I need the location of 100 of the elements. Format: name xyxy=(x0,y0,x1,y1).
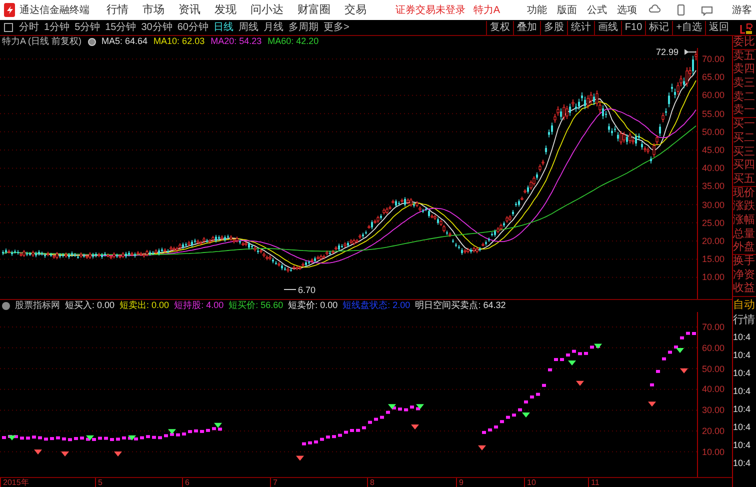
trade-time: 10:4 xyxy=(733,403,752,416)
period-tab[interactable]: 周线 xyxy=(238,20,260,35)
axis-label: 65.00 xyxy=(702,71,726,84)
period-tab[interactable]: 15分钟 xyxy=(104,20,138,35)
quote-label: 买三 xyxy=(733,146,756,159)
menu-item[interactable]: 交易 xyxy=(339,2,372,18)
quote-label: 外盘 xyxy=(733,241,756,255)
axis-label: 50.00 xyxy=(702,126,726,139)
low-price-label: 6.70 xyxy=(298,284,316,297)
menu-item[interactable]: 问小达 xyxy=(245,2,288,18)
period-tab[interactable]: 日线 xyxy=(212,20,234,35)
panel-tab[interactable]: 行情 xyxy=(733,312,756,328)
axis-label: 70.00 xyxy=(702,53,726,66)
high-price-label: 72.99 xyxy=(656,48,679,57)
menu-item[interactable]: 功能 xyxy=(524,2,550,18)
toolbar-button[interactable]: +自选 xyxy=(672,20,705,34)
menu-item[interactable]: 发现 xyxy=(209,2,242,18)
indicator-value: 短卖出: 0.00 xyxy=(120,299,170,312)
quote-label: 卖五 xyxy=(733,50,756,63)
axis-label: 60.00 xyxy=(702,342,726,355)
date-label: 6 xyxy=(182,478,190,487)
menu-item[interactable]: 资讯 xyxy=(173,2,206,18)
toolbar-button[interactable]: 标记 xyxy=(645,20,672,34)
chart-title: 特力A (日线 前复权) xyxy=(2,35,82,48)
menu-item[interactable]: 行情 xyxy=(101,2,134,18)
quote-label: 买五 xyxy=(733,172,756,187)
toolbar-button[interactable]: 复权 xyxy=(486,20,513,34)
trade-time: 10:4 xyxy=(733,349,752,362)
axis-label: 15.00 xyxy=(702,253,726,266)
toolbar-button[interactable]: F10 xyxy=(620,20,646,34)
login-status[interactable]: 证券交易未登录 xyxy=(395,2,466,18)
trade-time: 10:4 xyxy=(733,457,752,470)
quote-label: 买一 xyxy=(733,118,756,132)
axis-label: 70.00 xyxy=(702,321,726,334)
app-title: 通达信金融终端 xyxy=(19,4,90,18)
quote-label: 卖四 xyxy=(733,63,756,77)
quote-label: 总量 xyxy=(733,228,756,241)
axis-label: 20.00 xyxy=(702,424,726,438)
menu-item[interactable]: 财富圈 xyxy=(292,2,336,18)
toolbar-button[interactable]: 返回 xyxy=(705,20,732,34)
quote-label: 卖三 xyxy=(733,77,756,91)
toolbar-button[interactable]: 叠加 xyxy=(512,20,540,34)
axis-label: 50.00 xyxy=(702,362,726,376)
axis-label: 10.00 xyxy=(702,446,726,459)
axis-label: 10.00 xyxy=(702,271,726,284)
panel-tab[interactable]: 自动 xyxy=(733,296,756,312)
axis-label: 30.00 xyxy=(702,404,726,418)
period-tab[interactable]: 多周期 xyxy=(288,20,320,35)
axis-label: 55.00 xyxy=(702,108,726,121)
period-tab[interactable]: 更多> xyxy=(322,20,350,35)
period-tab[interactable]: 30分钟 xyxy=(140,20,174,35)
date-label: 9 xyxy=(456,478,464,487)
indicator-value: 短卖价: 0.00 xyxy=(288,299,338,312)
ma-value: MA10: 62.03 xyxy=(154,35,205,48)
user-name: 游客 xyxy=(732,4,752,18)
indicator-value: 短持股: 4.00 xyxy=(174,299,224,312)
ma-value: MA5: 64.64 xyxy=(102,35,148,48)
toolbar-button[interactable]: 多股 xyxy=(540,20,567,34)
axis-label: 35.00 xyxy=(702,180,726,194)
menu-item[interactable]: 公式 xyxy=(584,2,610,18)
date-label: 10 xyxy=(524,478,536,487)
indicator-value: 短买入: 0.00 xyxy=(65,299,115,312)
period-tab[interactable]: 5分钟 xyxy=(74,20,102,35)
indicator-name: 股票指标网 xyxy=(15,299,60,312)
trade-time: 10:4 xyxy=(733,421,752,434)
trade-time: 10:4 xyxy=(733,439,752,452)
axis-label: 25.00 xyxy=(702,216,726,230)
period-tab[interactable]: 月线 xyxy=(262,20,284,35)
quote-label: 卖一 xyxy=(733,104,756,118)
ma-value: MA20: 54.23 xyxy=(210,35,262,48)
trade-time: 10:4 xyxy=(733,331,752,344)
ma-value: MA60: 42.20 xyxy=(268,35,319,48)
axis-label: 20.00 xyxy=(702,234,726,248)
quote-label: 卖二 xyxy=(733,90,756,104)
menu-item[interactable]: 选项 xyxy=(614,2,640,18)
indicator-value: 短线盘状态: 2.00 xyxy=(342,299,410,312)
axis-label: 60.00 xyxy=(702,89,726,102)
indicator-value: 短买价: 56.60 xyxy=(228,299,284,312)
trade-time: 10:4 xyxy=(733,385,752,398)
quote-label: 收益 xyxy=(733,282,756,296)
axis-label: 45.00 xyxy=(702,144,726,157)
period-tab[interactable]: 分时 xyxy=(18,20,40,35)
toolbar-button[interactable]: 统计 xyxy=(566,20,594,34)
quote-label: 净资 xyxy=(733,268,756,282)
axis-label: 40.00 xyxy=(702,162,726,176)
period-tab[interactable]: 60分钟 xyxy=(176,20,210,35)
date-label: 5 xyxy=(95,478,102,487)
date-label: 2015年 xyxy=(0,478,29,487)
menu-item[interactable]: 市场 xyxy=(137,2,170,18)
date-label: 8 xyxy=(367,478,374,487)
quote-label: 涨跌 xyxy=(733,200,756,214)
period-tab[interactable]: 1分钟 xyxy=(43,20,71,35)
quote-label: 买二 xyxy=(733,132,756,146)
quote-label: 换手 xyxy=(733,255,756,269)
stock-name: 特力A xyxy=(473,4,500,18)
axis-label: 30.00 xyxy=(702,198,726,212)
toolbar-button[interactable]: 画线 xyxy=(594,20,621,34)
trade-time: 10:4 xyxy=(733,367,752,380)
date-label: 7 xyxy=(270,478,278,487)
menu-item[interactable]: 版面 xyxy=(554,2,580,18)
